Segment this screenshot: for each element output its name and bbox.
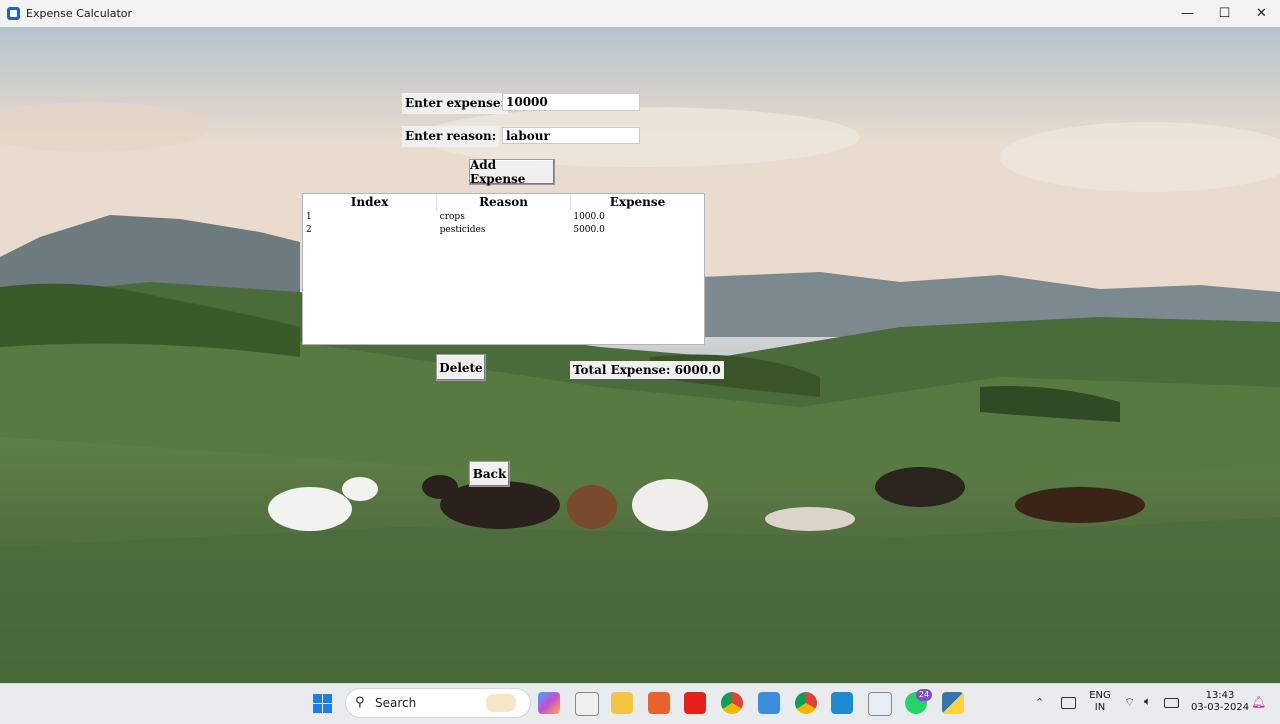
whatsapp-badge: 24 [916, 689, 932, 701]
column-header-index[interactable]: Index [303, 194, 437, 211]
chrome-icon[interactable] [721, 692, 743, 714]
search-icon: ⚲ [355, 695, 365, 710]
expense-table[interactable]: Index Reason Expense 1 crops 1000.0 2 pe… [302, 193, 705, 345]
clock[interactable]: 13:43 03-03-2024 [1190, 690, 1250, 714]
copilot-icon[interactable] [538, 692, 560, 714]
minimize-button[interactable]: — [1169, 0, 1206, 27]
expense-label: Enter expense: [402, 93, 508, 114]
total-expense-label: Total Expense: 6000.0 [570, 361, 724, 379]
tray-chevron-icon[interactable]: ⌃ [1035, 696, 1044, 709]
chrome-profile-icon[interactable] [795, 692, 817, 714]
add-expense-button[interactable]: Add Expense [469, 158, 555, 186]
column-header-reason[interactable]: Reason [437, 194, 571, 211]
back-button[interactable]: Back [469, 461, 510, 487]
app-icon [7, 7, 20, 20]
windows-start-icon[interactable] [313, 694, 332, 713]
battery-icon[interactable] [1164, 698, 1179, 708]
cell-index: 1 [306, 212, 312, 222]
close-button[interactable]: ✕ [1243, 0, 1280, 27]
landscape-illustration [0, 27, 1280, 683]
vscode-icon[interactable] [831, 692, 853, 714]
window-controls: — ☐ ✕ [1169, 0, 1280, 27]
cell-expense: 1000.0 [573, 212, 605, 222]
reason-input[interactable] [502, 127, 640, 144]
table-row[interactable]: 2 pesticides 5000.0 [303, 224, 704, 237]
python-app-icon[interactable] [942, 692, 964, 714]
delete-button[interactable]: Delete [436, 354, 486, 381]
app-icon-orange[interactable] [648, 692, 670, 714]
tray-display-icon[interactable] [1061, 697, 1076, 709]
snipping-tool-icon[interactable] [868, 692, 892, 716]
language-code: ENG [1089, 690, 1111, 701]
clock-time: 13:43 [1205, 690, 1235, 701]
search-highlight-icon [486, 694, 516, 712]
language-indicator[interactable]: ENG IN [1087, 690, 1113, 714]
wifi-icon[interactable]: ⌔ [1124, 695, 1135, 710]
landscape-background [0, 27, 1280, 683]
volume-icon[interactable]: 🔈︎ [1144, 694, 1151, 709]
notification-bell-icon[interactable]: 🔔︎ [1251, 695, 1266, 709]
cell-reason: crops [439, 212, 465, 222]
table-row[interactable]: 1 crops 1000.0 [303, 211, 704, 224]
table-header: Index Reason Expense [303, 194, 704, 211]
column-header-expense[interactable]: Expense [571, 194, 704, 211]
taskbar-search-box[interactable]: ⚲ Search [345, 688, 531, 718]
window-title: Expense Calculator [26, 7, 133, 20]
search-label: Search [375, 696, 417, 710]
expense-input[interactable] [502, 93, 640, 111]
cell-reason: pesticides [439, 225, 486, 235]
file-explorer-icon[interactable] [611, 692, 633, 714]
task-view-icon[interactable] [575, 692, 599, 716]
clock-date: 03-03-2024 [1190, 702, 1250, 713]
region-code: IN [1094, 702, 1106, 713]
cell-index: 2 [306, 225, 312, 235]
maximize-button[interactable]: ☐ [1206, 0, 1243, 27]
youtube-icon[interactable] [684, 692, 706, 714]
cell-expense: 5000.0 [573, 225, 605, 235]
notepad-icon[interactable] [758, 692, 780, 714]
window-titlebar: Expense Calculator — ☐ ✕ [0, 0, 1280, 28]
reason-label: Enter reason: [402, 126, 500, 147]
